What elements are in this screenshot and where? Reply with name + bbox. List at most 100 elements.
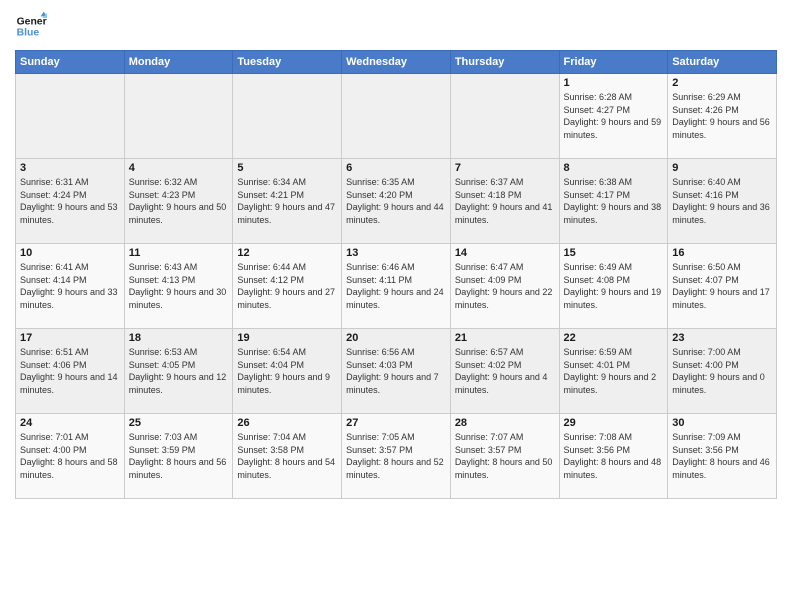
day-number: 5 (237, 162, 337, 174)
day-info: Sunrise: 6:31 AM Sunset: 4:24 PM Dayligh… (20, 176, 120, 226)
calendar-day-cell: 10 Sunrise: 6:41 AM Sunset: 4:14 PM Dayli… (16, 244, 125, 329)
day-number: 26 (237, 417, 337, 429)
day-number: 24 (20, 417, 120, 429)
day-info: Sunrise: 6:41 AM Sunset: 4:14 PM Dayligh… (20, 261, 120, 311)
day-info: Sunrise: 6:50 AM Sunset: 4:07 PM Dayligh… (672, 261, 772, 311)
calendar-day-cell: 16Sunrise: 6:50 AM Sunset: 4:07 PM Dayli… (668, 244, 777, 329)
day-info: Sunrise: 6:49 AM Sunset: 4:08 PM Dayligh… (564, 261, 664, 311)
calendar-day-cell: 22 Sunrise: 6:59 AM Sunset: 4:01 PM Dayli… (559, 329, 668, 414)
header-cell: Sunday (16, 51, 125, 74)
page-container: General Blue SundayMondayTuesdayWednesda… (0, 0, 792, 612)
calendar-day-cell: 4 Sunrise: 6:32 AM Sunset: 4:23 PM Daylig… (124, 159, 233, 244)
calendar-week-row: 10 Sunrise: 6:41 AM Sunset: 4:14 PM Dayli… (16, 244, 777, 329)
day-number: 8 (564, 162, 664, 174)
day-number: 30 (672, 417, 772, 429)
day-info: Sunrise: 7:00 AM Sunset: 4:00 PM Dayligh… (672, 346, 772, 396)
calendar-day-cell: 13 Sunrise: 6:46 AM Sunset: 4:11 PM Dayli… (342, 244, 451, 329)
calendar-day-cell: 12 Sunrise: 6:44 AM Sunset: 4:12 PM Dayli… (233, 244, 342, 329)
day-number: 28 (455, 417, 555, 429)
calendar-day-cell: 23 Sunrise: 7:00 AM Sunset: 4:00 PM Dayli… (668, 329, 777, 414)
calendar-day-cell (342, 74, 451, 159)
calendar-day-cell: 14 Sunrise: 6:47 AM Sunset: 4:09 PM Dayli… (450, 244, 559, 329)
header-row: SundayMondayTuesdayWednesdayThursdayFrid… (16, 51, 777, 74)
day-info: Sunrise: 6:47 AM Sunset: 4:09 PM Dayligh… (455, 261, 555, 311)
calendar-day-cell: 15 Sunrise: 6:49 AM Sunset: 4:08 PM Dayli… (559, 244, 668, 329)
day-info: Sunrise: 6:43 AM Sunset: 4:13 PM Dayligh… (129, 261, 229, 311)
day-info: Sunrise: 6:28 AM Sunset: 4:27 PM Dayligh… (564, 91, 664, 141)
day-info: Sunrise: 6:38 AM Sunset: 4:17 PM Dayligh… (564, 176, 664, 226)
calendar-day-cell (16, 74, 125, 159)
calendar-day-cell: 1 Sunrise: 6:28 AM Sunset: 4:27 PM Daylig… (559, 74, 668, 159)
day-number: 12 (237, 247, 337, 259)
day-info: Sunrise: 7:09 AM Sunset: 3:56 PM Dayligh… (672, 431, 772, 481)
day-number: 14 (455, 247, 555, 259)
day-number: 6 (346, 162, 446, 174)
day-number: 9 (672, 162, 772, 174)
calendar-day-cell: 29Sunrise: 7:08 AM Sunset: 3:56 PM Dayli… (559, 414, 668, 499)
calendar-day-cell: 7 Sunrise: 6:37 AM Sunset: 4:18 PM Daylig… (450, 159, 559, 244)
day-info: Sunrise: 6:53 AM Sunset: 4:05 PM Dayligh… (129, 346, 229, 396)
day-info: Sunrise: 6:32 AM Sunset: 4:23 PM Dayligh… (129, 176, 229, 226)
calendar-day-cell: 11 Sunrise: 6:43 AM Sunset: 4:13 PM Dayli… (124, 244, 233, 329)
day-info: Sunrise: 7:07 AM Sunset: 3:57 PM Dayligh… (455, 431, 555, 481)
day-info: Sunrise: 7:05 AM Sunset: 3:57 PM Dayligh… (346, 431, 446, 481)
calendar-week-row: 3 Sunrise: 6:31 AM Sunset: 4:24 PM Daylig… (16, 159, 777, 244)
day-number: 23 (672, 332, 772, 344)
svg-text:General: General (17, 16, 47, 27)
day-info: Sunrise: 7:04 AM Sunset: 3:58 PM Dayligh… (237, 431, 337, 481)
header-cell: Wednesday (342, 51, 451, 74)
day-info: Sunrise: 6:56 AM Sunset: 4:03 PM Dayligh… (346, 346, 446, 396)
day-number: 4 (129, 162, 229, 174)
calendar-day-cell: 30 Sunrise: 7:09 AM Sunset: 3:56 PM Dayli… (668, 414, 777, 499)
day-info: Sunrise: 6:35 AM Sunset: 4:20 PM Dayligh… (346, 176, 446, 226)
day-info: Sunrise: 6:37 AM Sunset: 4:18 PM Dayligh… (455, 176, 555, 226)
calendar-week-row: 24 Sunrise: 7:01 AM Sunset: 4:00 PM Dayli… (16, 414, 777, 499)
day-number: 27 (346, 417, 446, 429)
day-number: 19 (237, 332, 337, 344)
calendar-day-cell: 5 Sunrise: 6:34 AM Sunset: 4:21 PM Daylig… (233, 159, 342, 244)
day-number: 3 (20, 162, 120, 174)
header-cell: Thursday (450, 51, 559, 74)
header-cell: Saturday (668, 51, 777, 74)
calendar-day-cell: 26 Sunrise: 7:04 AM Sunset: 3:58 PM Dayli… (233, 414, 342, 499)
header-cell: Tuesday (233, 51, 342, 74)
day-number: 11 (129, 247, 229, 259)
calendar-week-row: 17Sunrise: 6:51 AM Sunset: 4:06 PM Dayli… (16, 329, 777, 414)
header: General Blue (15, 10, 777, 42)
calendar-day-cell: 27 Sunrise: 7:05 AM Sunset: 3:57 PM Dayli… (342, 414, 451, 499)
day-number: 7 (455, 162, 555, 174)
day-number: 10 (20, 247, 120, 259)
calendar-day-cell: 25Sunrise: 7:03 AM Sunset: 3:59 PM Dayli… (124, 414, 233, 499)
day-info: Sunrise: 6:46 AM Sunset: 4:11 PM Dayligh… (346, 261, 446, 311)
calendar-day-cell: 3 Sunrise: 6:31 AM Sunset: 4:24 PM Daylig… (16, 159, 125, 244)
calendar-day-cell: 21Sunrise: 6:57 AM Sunset: 4:02 PM Dayli… (450, 329, 559, 414)
header-cell: Monday (124, 51, 233, 74)
calendar-day-cell: 18Sunrise: 6:53 AM Sunset: 4:05 PM Dayli… (124, 329, 233, 414)
day-number: 1 (564, 77, 664, 89)
day-info: Sunrise: 7:01 AM Sunset: 4:00 PM Dayligh… (20, 431, 120, 481)
calendar-day-cell: 20 Sunrise: 6:56 AM Sunset: 4:03 PM Dayli… (342, 329, 451, 414)
day-info: Sunrise: 6:44 AM Sunset: 4:12 PM Dayligh… (237, 261, 337, 311)
day-info: Sunrise: 6:40 AM Sunset: 4:16 PM Dayligh… (672, 176, 772, 226)
calendar-day-cell: 28 Sunrise: 7:07 AM Sunset: 3:57 PM Dayli… (450, 414, 559, 499)
day-info: Sunrise: 6:51 AM Sunset: 4:06 PM Dayligh… (20, 346, 120, 396)
svg-text:Blue: Blue (17, 28, 40, 39)
calendar-day-cell: 24 Sunrise: 7:01 AM Sunset: 4:00 PM Dayli… (16, 414, 125, 499)
calendar-day-cell (233, 74, 342, 159)
calendar-day-cell: 8 Sunrise: 6:38 AM Sunset: 4:17 PM Daylig… (559, 159, 668, 244)
calendar-week-row: 1 Sunrise: 6:28 AM Sunset: 4:27 PM Daylig… (16, 74, 777, 159)
calendar-day-cell (124, 74, 233, 159)
calendar-day-cell: 17Sunrise: 6:51 AM Sunset: 4:06 PM Dayli… (16, 329, 125, 414)
day-info: Sunrise: 7:03 AM Sunset: 3:59 PM Dayligh… (129, 431, 229, 481)
day-info: Sunrise: 7:08 AM Sunset: 3:56 PM Dayligh… (564, 431, 664, 481)
day-info: Sunrise: 6:59 AM Sunset: 4:01 PM Dayligh… (564, 346, 664, 396)
day-info: Sunrise: 6:34 AM Sunset: 4:21 PM Dayligh… (237, 176, 337, 226)
day-number: 13 (346, 247, 446, 259)
logo: General Blue (15, 10, 47, 42)
calendar-day-cell: 2Sunrise: 6:29 AM Sunset: 4:26 PM Daylig… (668, 74, 777, 159)
day-info: Sunrise: 6:54 AM Sunset: 4:04 PM Dayligh… (237, 346, 337, 396)
day-number: 20 (346, 332, 446, 344)
day-number: 15 (564, 247, 664, 259)
calendar-day-cell: 19 Sunrise: 6:54 AM Sunset: 4:04 PM Dayli… (233, 329, 342, 414)
day-number: 22 (564, 332, 664, 344)
